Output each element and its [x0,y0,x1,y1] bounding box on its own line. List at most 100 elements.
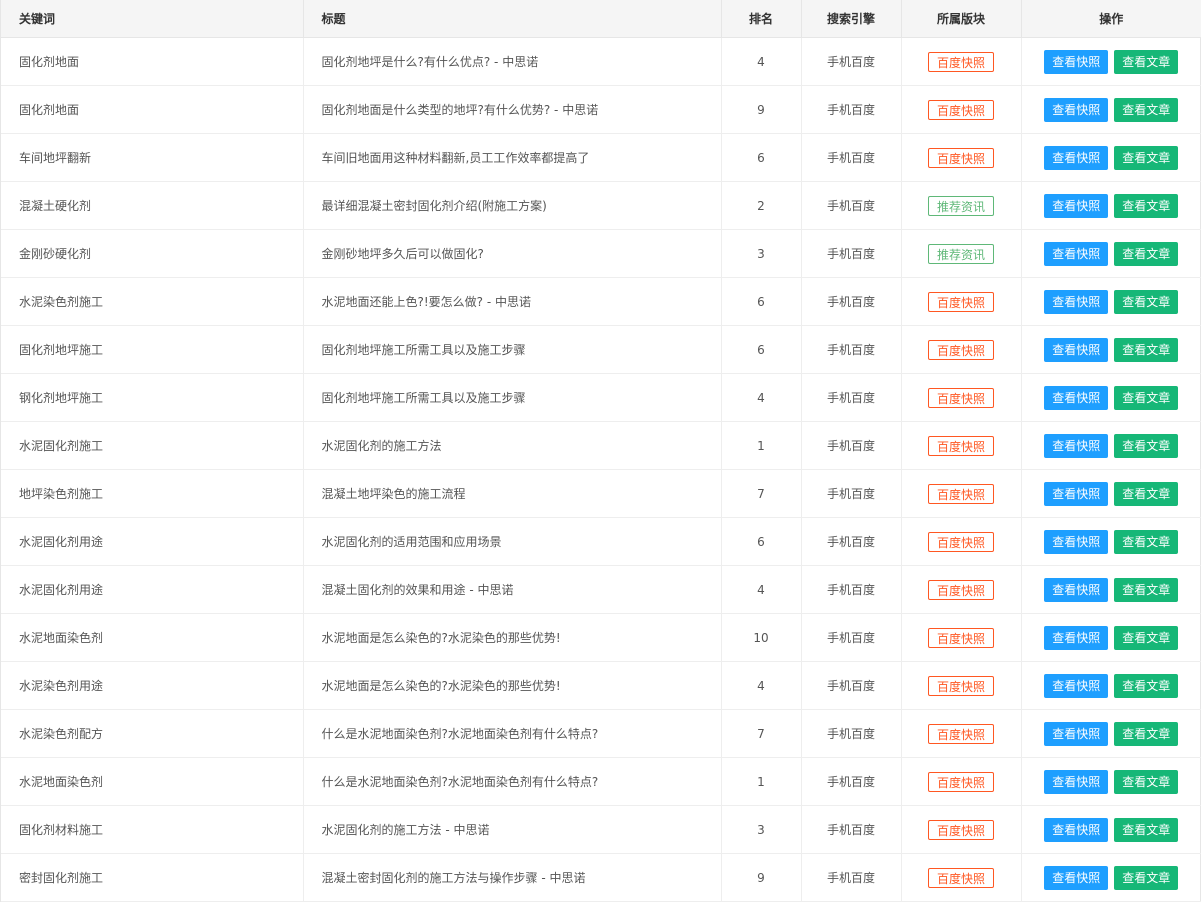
view-snapshot-button[interactable]: 查看快照 [1044,385,1109,410]
view-snapshot-button[interactable]: 查看快照 [1044,577,1109,602]
cell-keyword: 地坪染色剂施工 [1,469,304,518]
cell-section: 百度快照 [901,325,1022,374]
view-article-button[interactable]: 查看文章 [1114,865,1179,890]
view-article-button[interactable]: 查看文章 [1114,577,1179,602]
view-snapshot-button[interactable]: 查看快照 [1044,673,1109,698]
cell-keyword: 车间地坪翻新 [1,133,304,182]
cell-keyword: 水泥染色剂配方 [1,709,304,758]
cell-title: 什么是水泥地面染色剂?水泥地面染色剂有什么特点? [303,757,722,806]
cell-engine: 手机百度 [801,325,902,374]
section-badge: 百度快照 [927,387,994,408]
view-snapshot-button[interactable]: 查看快照 [1044,145,1109,170]
cell-section: 推荐资讯 [901,181,1022,230]
table-row: 水泥固化剂施工 水泥固化剂的施工方法 1 手机百度 百度快照 查看快照 查看文章 [1,421,1201,470]
table-row: 水泥固化剂用途 混凝土固化剂的效果和用途 - 中思诺 4 手机百度 百度快照 查看快照 查看… [1,565,1201,614]
view-article-button[interactable]: 查看文章 [1114,193,1179,218]
section-badge: 百度快照 [927,675,994,696]
cell-section: 百度快照 [901,469,1022,518]
view-snapshot-button[interactable]: 查看快照 [1044,193,1109,218]
view-article-button[interactable]: 查看文章 [1114,337,1179,362]
cell-engine: 手机百度 [801,853,902,902]
view-article-button[interactable]: 查看文章 [1114,673,1179,698]
cell-rank: 7 [721,709,802,758]
cell-keyword: 固化剂地坪施工 [1,325,304,374]
view-snapshot-button[interactable]: 查看快照 [1044,817,1109,842]
cell-rank: 4 [721,661,802,710]
cell-rank: 10 [721,613,802,662]
view-snapshot-button[interactable]: 查看快照 [1044,721,1109,746]
view-article-button[interactable]: 查看文章 [1114,49,1179,74]
view-article-button[interactable]: 查看文章 [1114,97,1179,122]
view-article-button[interactable]: 查看文章 [1114,385,1179,410]
cell-actions: 查看快照 查看文章 [1021,757,1201,806]
view-snapshot-button[interactable]: 查看快照 [1044,433,1109,458]
view-article-button[interactable]: 查看文章 [1114,817,1179,842]
cell-section: 百度快照 [901,661,1022,710]
table-row: 固化剂地坪施工 固化剂地坪施工所需工具以及施工步骤 6 手机百度 百度快照 查看快照 查看文… [1,325,1201,374]
table-header: 关键词 标题 排名 搜索引擎 所属版块 操作 [1,0,1201,38]
view-snapshot-button[interactable]: 查看快照 [1044,865,1109,890]
table-row: 混凝土硬化剂 最详细混凝土密封固化剂介绍(附施工方案) 2 手机百度 推荐资讯 查看快照查… [1,181,1201,230]
cell-title: 水泥固化剂的施工方法 [303,421,722,470]
view-article-button[interactable]: 查看文章 [1114,289,1179,314]
cell-actions: 查看快照 查看文章 [1021,133,1201,182]
view-article-button[interactable]: 查看文章 [1114,241,1179,266]
table-row: 水泥染色剂用途 水泥地面是怎么染色的?水泥染色的那些优势! 4 手机百度 百度快照 查看快… [1,661,1201,710]
view-snapshot-button[interactable]: 查看快照 [1044,529,1109,554]
cell-section: 百度快照 [901,133,1022,182]
cell-rank: 6 [721,325,802,374]
cell-actions: 查看快照 查看文章 [1021,325,1201,374]
cell-section: 百度快照 [901,37,1022,86]
section-badge: 百度快照 [927,867,994,888]
cell-engine: 手机百度 [801,709,902,758]
cell-actions: 查看快照 查看文章 [1021,565,1201,614]
cell-title: 水泥地面是怎么染色的?水泥染色的那些优势! [303,661,722,710]
view-snapshot-button[interactable]: 查看快照 [1044,49,1109,74]
view-snapshot-button[interactable]: 查看快照 [1044,289,1109,314]
cell-title: 混凝土密封固化剂的施工方法与操作步骤 - 中思诺 [303,853,722,902]
view-snapshot-button[interactable]: 查看快照 [1044,481,1109,506]
cell-section: 推荐资讯 [901,229,1022,278]
cell-title: 固化剂地面是什么类型的地坪?有什么优势? - 中思诺 [303,85,722,134]
cell-engine: 手机百度 [801,565,902,614]
cell-rank: 4 [721,373,802,422]
header-title: 标题 [303,0,722,38]
section-badge: 百度快照 [927,483,994,504]
cell-keyword: 固化剂材料施工 [1,805,304,854]
cell-section: 百度快照 [901,277,1022,326]
cell-actions: 查看快照 查看文章 [1021,709,1201,758]
view-snapshot-button[interactable]: 查看快照 [1044,337,1109,362]
cell-rank: 2 [721,181,802,230]
cell-actions: 查看快照 查看文章 [1021,517,1201,566]
header-keyword: 关键词 [1,0,304,38]
view-article-button[interactable]: 查看文章 [1114,769,1179,794]
view-snapshot-button[interactable]: 查看快照 [1044,97,1109,122]
cell-engine: 手机百度 [801,805,902,854]
rankings-table: 关键词 标题 排名 搜索引擎 所属版块 操作 固化剂地面 固化剂地坪是什么?有什么… [1,0,1201,902]
view-article-button[interactable]: 查看文章 [1114,529,1179,554]
cell-rank: 6 [721,517,802,566]
table-row: 水泥固化剂用途 水泥固化剂的适用范围和应用场景 6 手机百度 百度快照 查看快照 查看文章 [1,517,1201,566]
view-snapshot-button[interactable]: 查看快照 [1044,625,1109,650]
section-badge: 百度快照 [927,147,994,168]
cell-actions: 查看快照 查看文章 [1021,469,1201,518]
cell-section: 百度快照 [901,85,1022,134]
cell-engine: 手机百度 [801,613,902,662]
cell-section: 百度快照 [901,805,1022,854]
cell-keyword: 金刚砂硬化剂 [1,229,304,278]
cell-keyword: 水泥地面染色剂 [1,757,304,806]
view-snapshot-button[interactable]: 查看快照 [1044,769,1109,794]
cell-actions: 查看快照 查看文章 [1021,229,1201,278]
cell-title: 固化剂地坪是什么?有什么优点? - 中思诺 [303,37,722,86]
table-row: 水泥地面染色剂 水泥地面是怎么染色的?水泥染色的那些优势! 10 手机百度 百度快照 查看… [1,613,1201,662]
cell-keyword: 密封固化剂施工 [1,853,304,902]
view-article-button[interactable]: 查看文章 [1114,625,1179,650]
section-badge: 百度快照 [927,819,994,840]
cell-actions: 查看快照 查看文章 [1021,85,1201,134]
view-snapshot-button[interactable]: 查看快照 [1044,241,1109,266]
view-article-button[interactable]: 查看文章 [1114,145,1179,170]
view-article-button[interactable]: 查看文章 [1114,481,1179,506]
view-article-button[interactable]: 查看文章 [1114,433,1179,458]
cell-engine: 手机百度 [801,517,902,566]
view-article-button[interactable]: 查看文章 [1114,721,1179,746]
